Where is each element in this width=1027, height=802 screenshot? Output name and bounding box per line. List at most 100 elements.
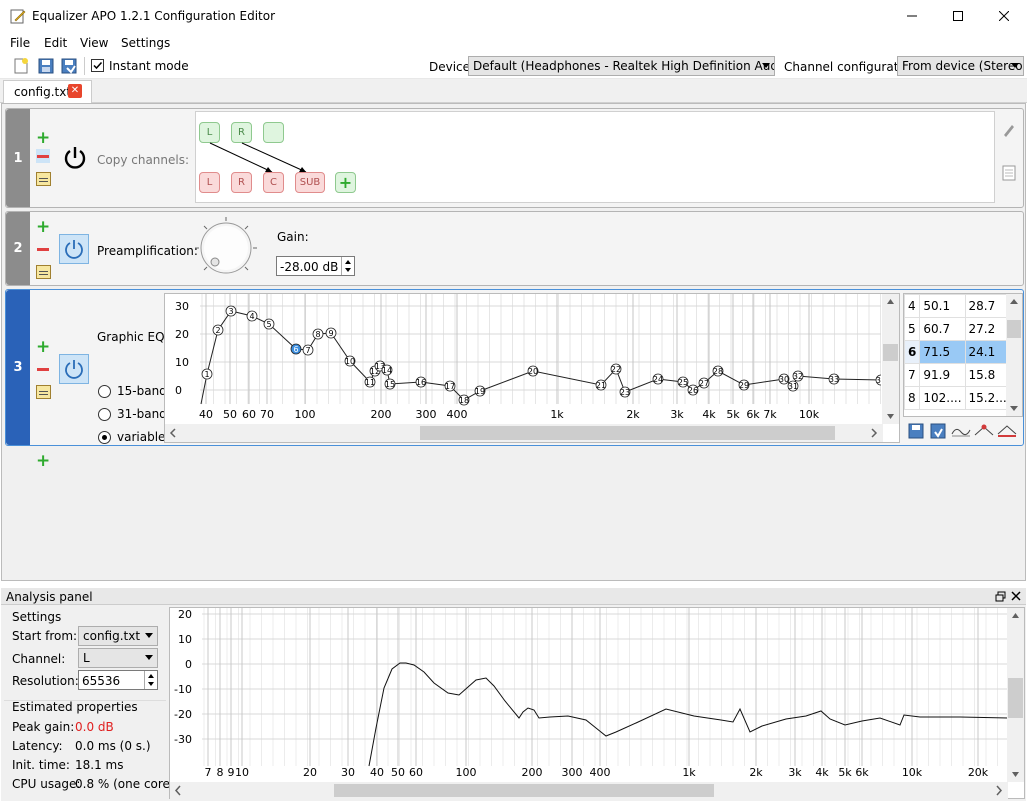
x-tick-label: 5k bbox=[838, 766, 852, 779]
band-gain[interactable]: 27.2 bbox=[964, 317, 1011, 341]
gain-stepper[interactable] bbox=[341, 257, 354, 275]
channel-select[interactable]: L bbox=[78, 648, 158, 668]
resolution-stepper[interactable] bbox=[144, 671, 157, 689]
smooth-curve-icon[interactable] bbox=[951, 422, 971, 440]
eq-vertical-scrollbar[interactable] bbox=[882, 294, 899, 424]
band-gain[interactable]: 15.2... bbox=[964, 386, 1011, 410]
menu-settings[interactable]: Settings bbox=[121, 36, 170, 50]
band-index: 7 bbox=[903, 363, 921, 387]
eq-point-label: 31 bbox=[788, 382, 798, 391]
save-as-icon[interactable] bbox=[60, 57, 78, 75]
power-toggle[interactable] bbox=[59, 234, 89, 264]
menu-edit[interactable]: Edit bbox=[44, 36, 67, 50]
close-panel-icon[interactable] bbox=[1011, 591, 1021, 601]
resolution-input[interactable]: 65536 bbox=[78, 670, 158, 690]
output-channel-l[interactable]: L bbox=[199, 172, 220, 193]
latency-label: Latency: bbox=[12, 739, 63, 753]
maximize-icon bbox=[953, 11, 963, 21]
edit-filter-icon[interactable] bbox=[36, 172, 51, 186]
eq-point-label: 18 bbox=[459, 396, 469, 405]
eq-point-label: 17 bbox=[445, 382, 455, 391]
add-channel-icon[interactable]: + bbox=[335, 172, 356, 193]
radio-15-band[interactable] bbox=[98, 385, 111, 398]
menu-bar: File Edit View Settings bbox=[0, 32, 1027, 53]
menu-view[interactable]: View bbox=[80, 36, 108, 50]
maximize-button[interactable] bbox=[935, 0, 981, 32]
device-select[interactable]: Default (Headphones - Realtek High Defin… bbox=[468, 56, 775, 76]
latency-value: 0.0 ms (0 s.) bbox=[75, 739, 151, 753]
channel-config-value: From device (Stereo) bbox=[902, 59, 1024, 73]
band-frequency[interactable]: 71.5 bbox=[919, 340, 966, 364]
radio-variable[interactable] bbox=[98, 431, 111, 444]
radio-31-band-label: 31-band bbox=[117, 407, 167, 421]
menu-file[interactable]: File bbox=[10, 36, 30, 50]
edit-filter-icon[interactable] bbox=[36, 265, 51, 279]
minimize-button[interactable] bbox=[889, 0, 935, 32]
tab-config[interactable]: config.txt ✕ bbox=[3, 80, 92, 103]
x-tick-label: 200 bbox=[371, 408, 392, 421]
add-filter-icon[interactable]: + bbox=[36, 130, 50, 147]
filter-number: 3 bbox=[6, 290, 30, 445]
band-frequency[interactable]: 50.1 bbox=[919, 294, 966, 318]
gain-knob[interactable] bbox=[193, 215, 259, 281]
output-channel-c[interactable]: C bbox=[263, 172, 284, 193]
brush-icon[interactable] bbox=[1000, 121, 1018, 139]
analysis-vertical-scrollbar[interactable] bbox=[1007, 608, 1024, 782]
channel-routing-area: L R L R C SUB + bbox=[195, 111, 995, 203]
analysis-graph-canvas[interactable]: 20100-10-20-307 8 9 10 20 30 40 50 60 100 200 300 40… bbox=[170, 608, 1008, 782]
table-row-selected[interactable]: 6 71.5 24.1 bbox=[903, 340, 1011, 364]
band-gain[interactable]: 28.7 bbox=[964, 294, 1011, 318]
table-row[interactable]: 5 60.7 27.2 bbox=[903, 317, 1011, 341]
add-filter-icon[interactable]: + bbox=[36, 339, 50, 356]
import-bands-icon[interactable] bbox=[929, 422, 947, 440]
close-button[interactable] bbox=[981, 0, 1027, 32]
init-time-label: Init. time: bbox=[12, 758, 70, 772]
graphic-eq-filter: 3 + Graphic EQ: 15-band 31-band variable… bbox=[5, 289, 1024, 446]
output-channel-sub[interactable]: SUB bbox=[295, 172, 325, 193]
gain-input[interactable]: -28.00 dB bbox=[276, 256, 355, 276]
power-toggle[interactable] bbox=[59, 354, 89, 384]
instant-mode-checkbox[interactable] bbox=[91, 59, 104, 72]
band-gain[interactable]: 15.8 bbox=[964, 363, 1011, 387]
x-tick-label: 70 bbox=[260, 408, 274, 421]
analysis-horizontal-scrollbar[interactable] bbox=[170, 782, 1008, 799]
output-channel-r[interactable]: R bbox=[231, 172, 252, 193]
eq-horizontal-scrollbar[interactable] bbox=[165, 424, 883, 442]
eq-graph[interactable]: 30 20 10 0 40 50 60 70 100 200 300 400 1k 2k 3k 4k 5k 6k 7… bbox=[164, 293, 900, 443]
table-row[interactable]: 4 50.1 28.7 bbox=[903, 294, 1011, 318]
add-filter-icon[interactable]: + bbox=[36, 219, 50, 236]
y-tick-label: -20 bbox=[174, 708, 192, 721]
channel-config-select[interactable]: From device (Stereo) bbox=[897, 56, 1024, 76]
save-bands-icon[interactable] bbox=[907, 422, 925, 440]
start-from-select[interactable]: config.txt bbox=[78, 626, 158, 646]
x-tick-label: 60 bbox=[242, 408, 256, 421]
new-file-icon[interactable] bbox=[12, 57, 30, 75]
remove-filter-icon[interactable] bbox=[36, 149, 50, 163]
analysis-graph[interactable]: 20 10 0 -10 -20 -30 7 8 9 10 20 30 40 50 60 100 200 300 40… bbox=[169, 607, 1025, 799]
radio-31-band[interactable] bbox=[98, 408, 111, 421]
save-icon[interactable] bbox=[37, 57, 55, 75]
eq-graph-canvas[interactable]: 302010040 50 60 70 100 200 300 400 1k 2k 3k 4k 5k 6k 7… bbox=[165, 294, 881, 424]
remove-filter-icon[interactable] bbox=[36, 242, 50, 256]
band-frequency[interactable]: 60.7 bbox=[919, 317, 966, 341]
edit-filter-icon[interactable] bbox=[36, 385, 51, 399]
invert-curve-icon[interactable] bbox=[974, 422, 994, 440]
tab-close-icon[interactable]: ✕ bbox=[68, 84, 82, 98]
document-icon[interactable] bbox=[1002, 165, 1016, 181]
add-filter-icon[interactable]: + bbox=[36, 453, 50, 470]
x-tick-label: 60 bbox=[409, 766, 423, 779]
band-frequency[interactable]: 91.9 bbox=[919, 363, 966, 387]
table-row[interactable]: 8 102.... 15.2... bbox=[903, 386, 1011, 410]
scroll-arrows-icon bbox=[1007, 299, 1021, 411]
tab-bar bbox=[0, 79, 1027, 103]
undock-icon[interactable] bbox=[995, 591, 1006, 602]
power-icon[interactable] bbox=[62, 145, 88, 171]
eq-point-label: 5 bbox=[266, 320, 271, 329]
normalize-curve-icon[interactable] bbox=[997, 422, 1017, 440]
band-table-scrollbar[interactable] bbox=[1006, 294, 1022, 416]
table-row[interactable]: 7 91.9 15.8 bbox=[903, 363, 1011, 387]
remove-filter-icon[interactable] bbox=[36, 362, 50, 376]
band-frequency[interactable]: 102.... bbox=[919, 386, 966, 410]
x-tick-label: 50 bbox=[391, 766, 405, 779]
band-gain[interactable]: 24.1 bbox=[964, 340, 1011, 364]
